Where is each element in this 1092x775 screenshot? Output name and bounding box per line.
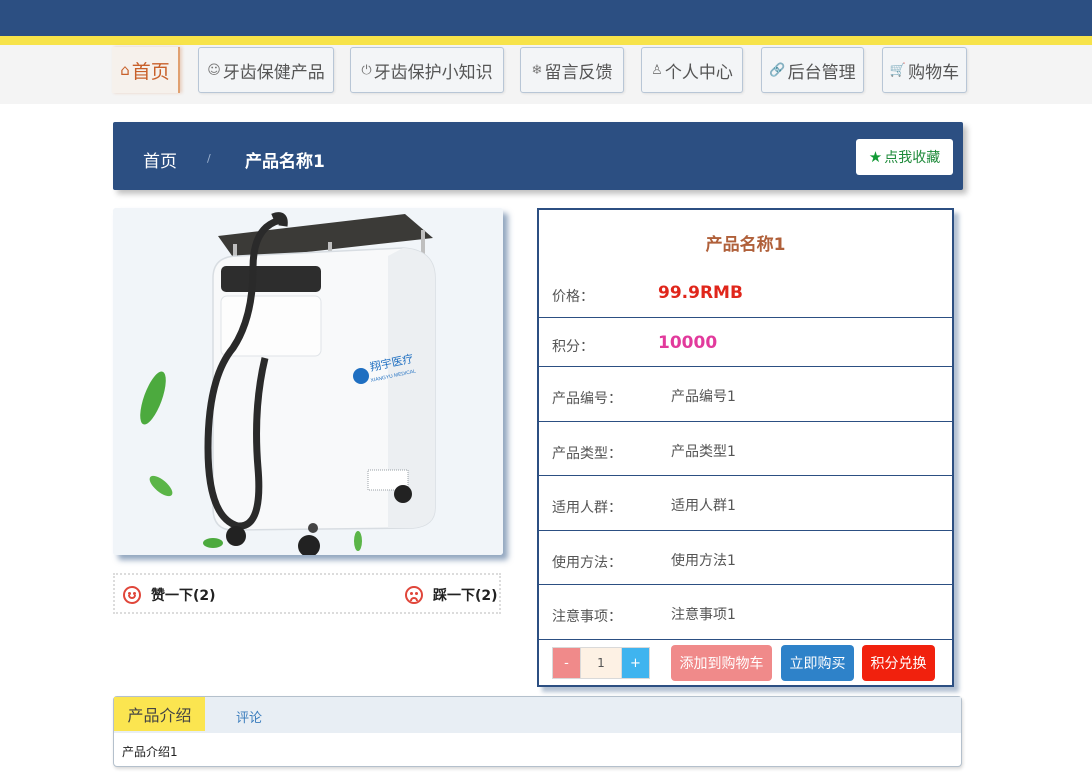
breadcrumb: 首页 / 产品名称1 ★ 点我收藏 — [113, 122, 963, 190]
product-tabs: 产品介绍 评论 产品介绍1 — [113, 696, 962, 767]
points-row: 积分： 10000 — [539, 318, 952, 367]
quantity-decrease-button[interactable]: - — [552, 647, 581, 679]
purchase-actions: - 1 + 添加到购物车 立即购买 积分兑换 — [552, 645, 942, 681]
points-redeem-button[interactable]: 积分兑换 — [862, 645, 935, 681]
product-type-label: 产品类型： — [552, 446, 622, 462]
product-type-value: 产品类型1 — [671, 444, 736, 460]
nav-dental-tips-label: 牙齿保护小知识 — [373, 62, 493, 83]
nav-cart[interactable]: 🛒 购物车 — [882, 47, 967, 93]
quantity-input[interactable]: 1 — [581, 647, 621, 679]
star-icon: ★ — [868, 148, 883, 166]
header-accent-line — [0, 36, 1092, 45]
snowflake-icon: ❄ — [531, 62, 543, 78]
tab-product-intro[interactable]: 产品介绍 — [114, 697, 205, 731]
nav-dental-products[interactable]: ☺ 牙齿保健产品 — [198, 47, 334, 93]
favorite-button[interactable]: ★ 点我收藏 — [856, 139, 953, 175]
like-button[interactable]: 赞一下(2) — [123, 585, 216, 605]
price-label: 价格： — [552, 289, 594, 305]
breadcrumb-current: 产品名称1 — [245, 152, 325, 172]
favorite-button-label: 点我收藏 — [884, 150, 941, 166]
product-title: 产品名称1 — [705, 235, 786, 255]
usage-value: 使用方法1 — [671, 553, 736, 569]
nav-admin-label: 后台管理 — [787, 62, 856, 83]
nav-dental-products-label: 牙齿保健产品 — [222, 62, 325, 83]
product-code-value: 产品编号1 — [671, 389, 736, 405]
tab-content: 产品介绍1 — [122, 745, 178, 759]
notes-value: 注意事项1 — [671, 607, 736, 623]
price-row: 价格： 99.9RMB — [539, 266, 952, 318]
target-group-label: 适用人群： — [552, 500, 622, 516]
notes-row: 注意事项： 注意事项1 — [539, 585, 952, 640]
power-icon: ⏻ — [361, 62, 372, 78]
dislike-label: 踩一下(2) — [433, 588, 498, 604]
vote-box: 赞一下(2) 踩一下(2) — [113, 573, 501, 614]
nav-admin[interactable]: 🔗 后台管理 — [761, 47, 864, 93]
points-label: 积分： — [552, 339, 594, 355]
add-to-cart-button[interactable]: 添加到购物车 — [671, 645, 772, 681]
target-group-row: 适用人群： 适用人群1 — [539, 476, 952, 531]
quantity-increase-button[interactable]: + — [621, 647, 650, 679]
nav-feedback[interactable]: ❄ 留言反馈 — [520, 47, 624, 93]
user-icon: ♙ — [651, 62, 663, 78]
price-value: 99.9RMB — [658, 283, 743, 303]
notes-label: 注意事项： — [552, 609, 622, 625]
nav-home-label: 首页 — [131, 60, 170, 83]
dislike-button[interactable]: 踩一下(2) — [405, 585, 498, 605]
top-header-bar — [0, 0, 1092, 36]
usage-label: 使用方法： — [552, 555, 622, 571]
breadcrumb-separator: / — [207, 152, 211, 165]
like-label: 赞一下(2) — [151, 588, 216, 604]
product-code-label: 产品编号： — [552, 391, 622, 407]
points-value: 10000 — [658, 333, 718, 353]
nav-feedback-label: 留言反馈 — [544, 62, 613, 83]
product-illustration: 翔宇医疗 XIANGYU MEDICAL — [113, 208, 503, 555]
target-group-value: 适用人群1 — [671, 498, 736, 514]
nav-cart-label: 购物车 — [908, 62, 960, 83]
product-info-panel: 产品名称1 价格： 99.9RMB 积分： 10000 产品编号： 产品编号1 … — [537, 208, 954, 687]
smile-icon: ☺ — [207, 62, 221, 78]
home-icon: ⌂ — [120, 61, 130, 79]
nav-dental-tips[interactable]: ⏻ 牙齿保护小知识 — [350, 47, 504, 93]
usage-row: 使用方法： 使用方法1 — [539, 531, 952, 585]
tab-comments[interactable]: 评论 — [236, 707, 262, 726]
product-code-row: 产品编号： 产品编号1 — [539, 367, 952, 422]
breadcrumb-home-link[interactable]: 首页 — [143, 147, 177, 172]
nav-user-center[interactable]: ♙ 个人中心 — [641, 47, 743, 93]
nav-home[interactable]: ⌂ 首页 — [112, 47, 180, 93]
cart-icon: 🛒 — [889, 62, 907, 78]
tabs-header: 产品介绍 评论 — [114, 697, 961, 733]
sad-face-icon — [405, 586, 423, 604]
link-icon: 🔗 — [769, 62, 786, 78]
smile-face-icon — [123, 586, 141, 604]
nav-user-center-label: 个人中心 — [664, 62, 733, 83]
product-type-row: 产品类型： 产品类型1 — [539, 422, 952, 476]
buy-now-button[interactable]: 立即购买 — [781, 645, 854, 681]
product-image: 翔宇医疗 XIANGYU MEDICAL — [113, 208, 503, 555]
